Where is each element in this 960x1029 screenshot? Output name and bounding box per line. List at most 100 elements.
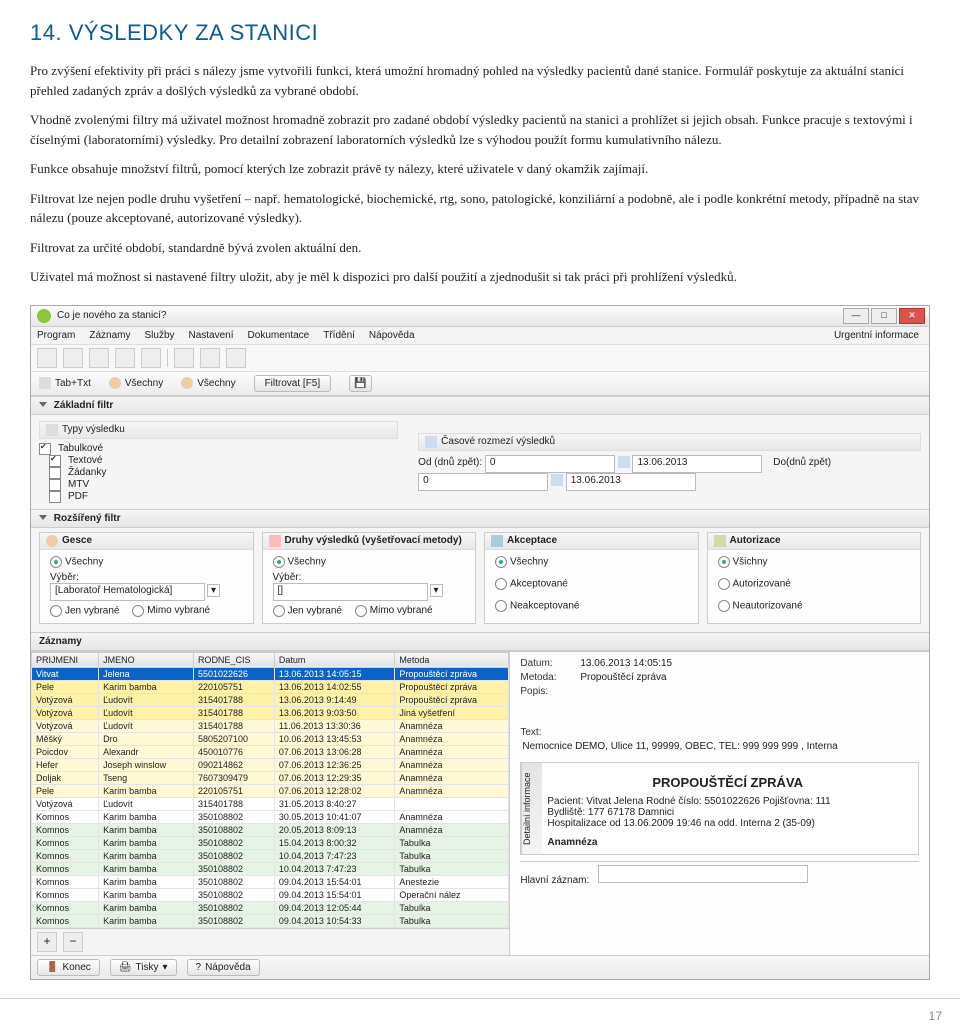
table-row[interactable]: KomnosKarim bamba35010880220.05.2013 8:0… xyxy=(32,823,509,836)
col-rodne_cis[interactable]: RODNE_CIS xyxy=(193,652,274,667)
types-icon xyxy=(46,424,58,436)
od-back-input[interactable]: 0 xyxy=(485,455,615,473)
table-row[interactable]: KomnosKarim bamba35010880209.04.2013 15:… xyxy=(32,875,509,888)
toolbar-btn-2[interactable] xyxy=(63,348,83,368)
akceptace-icon xyxy=(491,535,503,547)
minimize-button[interactable]: — xyxy=(843,308,869,324)
urgent-link[interactable]: Urgentní informace xyxy=(834,330,919,341)
aut-radio-neaut[interactable] xyxy=(718,600,730,612)
col-prijmeni[interactable]: PRIJMENI xyxy=(32,652,99,667)
table-row[interactable]: KomnosKarim bamba35010880209.04.2013 12:… xyxy=(32,901,509,914)
vsechny-2[interactable]: Všechny xyxy=(197,378,235,389)
table-row[interactable]: VitvatJelena550102262613.06.2013 14:05:1… xyxy=(32,667,509,680)
druhy-radio-mimo[interactable] xyxy=(355,605,367,617)
table-row[interactable]: KomnosKarim bamba35010880209.04.2013 10:… xyxy=(32,914,509,927)
toolbar-btn-4[interactable] xyxy=(115,348,135,368)
table-row[interactable]: PoicdovAlexandr45001077607.06.2013 13:06… xyxy=(32,745,509,758)
check-pdf[interactable] xyxy=(49,491,61,503)
druhy-select[interactable]: [] xyxy=(273,583,428,601)
col-datum[interactable]: Datum xyxy=(274,652,395,667)
druhy-radio-jen[interactable] xyxy=(273,605,285,617)
check-tabulkove[interactable] xyxy=(39,443,51,455)
check-textove[interactable] xyxy=(49,455,61,467)
do-back-input[interactable]: 0 xyxy=(418,473,548,491)
para-6: Uživatel má možnost si nastavené filtry … xyxy=(30,267,930,287)
toolbar-btn-1[interactable] xyxy=(37,348,57,368)
remove-record-button[interactable]: − xyxy=(63,932,83,952)
ak-neak: Neakceptované xyxy=(510,600,580,611)
menu-program[interactable]: Program xyxy=(37,330,75,341)
group-icon xyxy=(109,377,121,389)
toolbar-btn-3[interactable] xyxy=(89,348,109,368)
filter-button[interactable]: Filtrovat [F5] xyxy=(254,375,332,392)
table-row[interactable]: KomnosKarim bamba35010880215.04.2013 8:0… xyxy=(32,836,509,849)
table-row[interactable]: VotýzováĽudovít31540178811.06.2013 13:30… xyxy=(32,719,509,732)
aut-radio-aut[interactable] xyxy=(718,578,730,590)
maximize-button[interactable]: □ xyxy=(871,308,897,324)
side-tab[interactable]: Detailní informace xyxy=(521,763,542,854)
druhy-vsechny: Všechny xyxy=(288,556,326,567)
tabtxt-toggle[interactable]: Tab+Txt xyxy=(55,378,91,389)
filter-toolbar: Tab+Txt Všechny Všechny Filtrovat [F5] 💾 xyxy=(31,372,929,396)
toolbar-btn-5[interactable] xyxy=(141,348,161,368)
col-jmeno[interactable]: JMENO xyxy=(99,652,194,667)
gesce-dropdown-icon[interactable]: ▾ xyxy=(207,584,220,597)
druhy-icon xyxy=(269,535,281,547)
druhy-radio-vsechny[interactable] xyxy=(273,556,285,568)
menu-sluzby[interactable]: Služby xyxy=(144,330,174,341)
toolbar xyxy=(31,345,929,372)
aut-radio-vsechny[interactable] xyxy=(718,556,730,568)
menu-napoveda[interactable]: Nápověda xyxy=(369,330,415,341)
napoveda-button[interactable]: ?Nápověda xyxy=(187,959,260,976)
table-row[interactable]: PeleKarim bamba22010575113.06.2013 14:02… xyxy=(32,680,509,693)
table-row[interactable]: KomnosKarim bamba35010880209.04.2013 15:… xyxy=(32,888,509,901)
druhy-dropdown-icon[interactable]: ▾ xyxy=(430,584,443,597)
toolbar-btn-6[interactable] xyxy=(174,348,194,368)
calendar-icon-2[interactable] xyxy=(618,456,630,468)
gesce-icon xyxy=(46,535,58,547)
table-row[interactable]: KomnosKarim bamba35010880210.04.2013 7:4… xyxy=(32,862,509,875)
ext-filter-head[interactable]: Rozšířený filtr xyxy=(31,509,929,528)
menu-dokumentace[interactable]: Dokumentace xyxy=(248,330,310,341)
results-table[interactable]: PRIJMENIJMENORODNE_CISDatumMetoda Vitvat… xyxy=(31,652,509,928)
col-metoda[interactable]: Metoda xyxy=(395,652,509,667)
menu-nastaveni[interactable]: Nastavení xyxy=(189,330,234,341)
check-zadanky[interactable] xyxy=(49,467,61,479)
check-mtv[interactable] xyxy=(49,479,61,491)
gesce-select[interactable]: [Laboratoř Hematologická] xyxy=(50,583,205,601)
aut-neaut: Neautorizované xyxy=(733,600,803,611)
table-row[interactable]: VotýzováĽudovít31540178813.06.2013 9:14:… xyxy=(32,693,509,706)
table-row[interactable]: KomnosKarim bamba35010880210.04.2013 7:4… xyxy=(32,849,509,862)
toolbar-btn-7[interactable] xyxy=(200,348,220,368)
date-to-input[interactable]: 13.06.2013 xyxy=(566,473,696,491)
druhy-jen: Jen vybrané xyxy=(288,605,342,616)
date-from-input[interactable]: 13.06.2013 xyxy=(632,455,762,473)
akceptace-head: Akceptace xyxy=(507,535,557,546)
close-button[interactable]: ✕ xyxy=(899,308,925,324)
gesce-radio-jen[interactable] xyxy=(50,605,62,617)
para-4: Filtrovat lze nejen podle druhu vyšetřen… xyxy=(30,189,930,228)
toolbar-btn-8[interactable] xyxy=(226,348,246,368)
ak-radio-vsechny[interactable] xyxy=(495,556,507,568)
ak-radio-neak[interactable] xyxy=(495,600,507,612)
table-row[interactable]: MěškýDro580520710010.06.2013 13:45:53Ana… xyxy=(32,732,509,745)
table-row[interactable]: KomnosKarim bamba35010880230.05.2013 10:… xyxy=(32,810,509,823)
gesce-radio-mimo[interactable] xyxy=(132,605,144,617)
gesce-radio-vsechny[interactable] xyxy=(50,556,62,568)
basic-filter-head[interactable]: Základní filtr xyxy=(31,396,929,415)
add-record-button[interactable]: + xyxy=(37,932,57,952)
table-row[interactable]: PeleKarim bamba22010575107.06.2013 12:28… xyxy=(32,784,509,797)
vsechny-1[interactable]: Všechny xyxy=(125,378,163,389)
calendar-icon-3[interactable] xyxy=(551,474,563,486)
ak-radio-ak[interactable] xyxy=(495,578,507,590)
tisky-button[interactable]: 🖨Tisky▾ xyxy=(110,959,177,976)
menu-zaznamy[interactable]: Záznamy xyxy=(89,330,130,341)
table-row[interactable]: VotýzováĽudovít31540178831.05.2013 8:40:… xyxy=(32,797,509,810)
table-row[interactable]: HeferJoseph winslow09021486207.06.2013 1… xyxy=(32,758,509,771)
menu-trideni[interactable]: Třídění xyxy=(323,330,355,341)
record-status-field[interactable] xyxy=(598,865,808,883)
table-row[interactable]: DoljakTseng760730947907.06.2013 12:29:35… xyxy=(32,771,509,784)
filter-save-button[interactable]: 💾 xyxy=(349,375,371,392)
table-row[interactable]: VotýzováĽudovít31540178813.06.2013 9:03:… xyxy=(32,706,509,719)
konec-button[interactable]: 🚪Konec xyxy=(37,959,100,976)
